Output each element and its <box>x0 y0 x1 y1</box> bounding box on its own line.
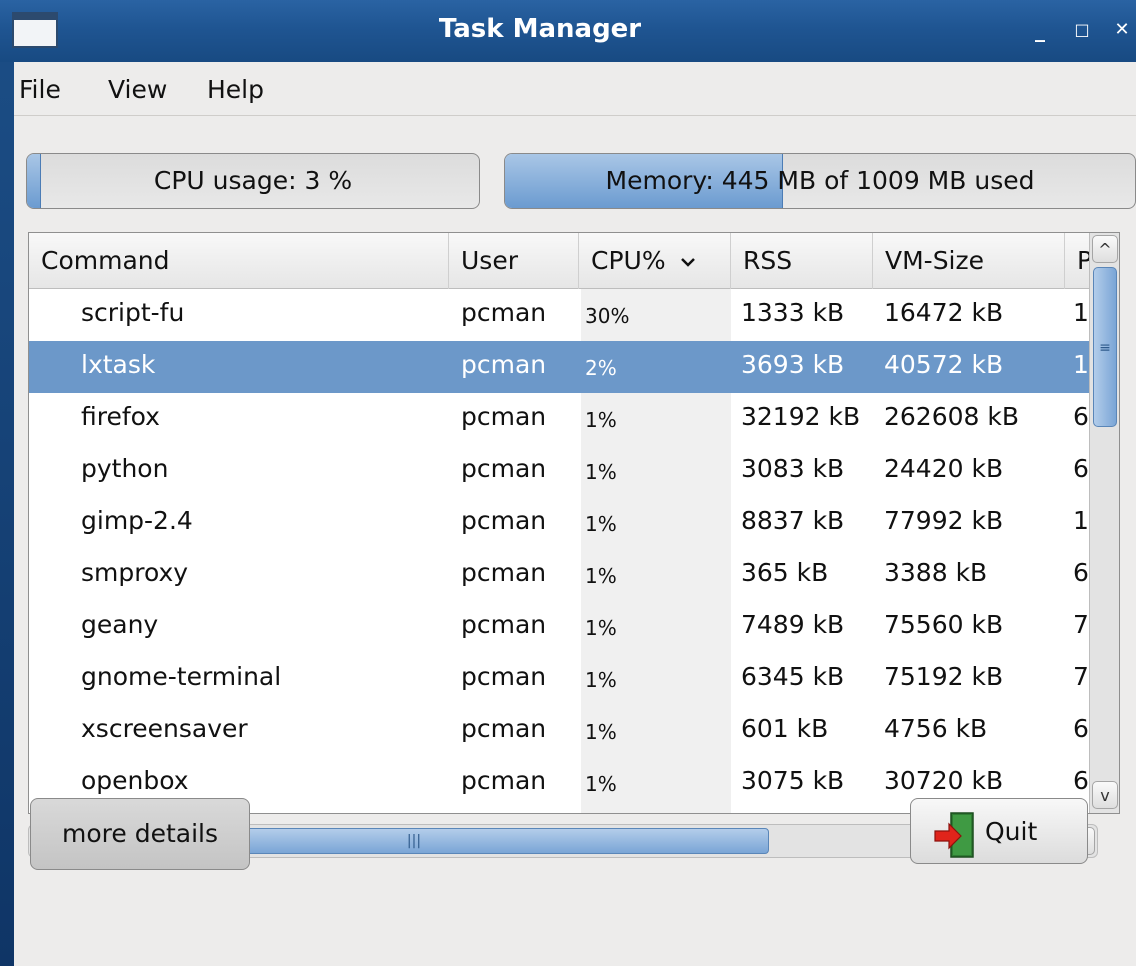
cell-command: geany <box>81 610 159 639</box>
cell-cpu: 30% <box>585 304 630 328</box>
vertical-scrollbar[interactable]: ^ ≡ v <box>1089 233 1119 813</box>
column-command[interactable]: Command <box>29 233 449 289</box>
chevron-down-icon <box>680 258 695 267</box>
cell-user: pcman <box>461 298 547 327</box>
menu-view[interactable]: View <box>108 75 167 104</box>
maximize-button[interactable]: □ <box>1070 18 1094 42</box>
table-row[interactable]: script-fupcman30%1333 kB16472 kB1( <box>29 289 1091 341</box>
cell-user: pcman <box>461 610 547 639</box>
memory-usage-label: Memory: 445 MB of 1009 MB used <box>605 166 1035 195</box>
cell-vmsize: 40572 kB <box>884 350 1004 379</box>
table-body: script-fupcman30%1333 kB16472 kB1(lxtask… <box>29 289 1091 813</box>
cell-command: gimp-2.4 <box>81 506 193 535</box>
table-row[interactable]: geanypcman1%7489 kB75560 kB7: <box>29 601 1091 653</box>
column-pid[interactable]: P <box>1065 233 1091 289</box>
cell-cpu: 1% <box>585 772 617 796</box>
cell-user: pcman <box>461 766 547 795</box>
cell-rss: 6345 kB <box>741 662 845 691</box>
table-row[interactable]: lxtaskpcman2%3693 kB40572 kB1( <box>29 341 1091 393</box>
cell-rss: 365 kB <box>741 558 829 587</box>
menu-help[interactable]: Help <box>207 75 264 104</box>
cell-rss: 1333 kB <box>741 298 845 327</box>
cell-rss: 3693 kB <box>741 350 845 379</box>
cell-vmsize: 75192 kB <box>884 662 1004 691</box>
cell-cpu: 1% <box>585 616 617 640</box>
table-row[interactable]: smproxypcman1%365 kB3388 kB6: <box>29 549 1091 601</box>
quit-button[interactable]: Quit <box>910 798 1088 864</box>
memory-usage-gauge: Memory: 445 MB of 1009 MB used <box>504 153 1136 209</box>
column-cpu-label: CPU% <box>591 246 666 275</box>
scroll-up-button[interactable]: ^ <box>1092 235 1118 263</box>
table-row[interactable]: gnome-terminalpcman1%6345 kB75192 kB7( <box>29 653 1091 705</box>
cell-vmsize: 77992 kB <box>884 506 1004 535</box>
more-details-button[interactable]: more details <box>30 798 250 870</box>
minimize-button[interactable]: _ <box>1028 18 1052 42</box>
cell-user: pcman <box>461 506 547 535</box>
cell-cpu: 1% <box>585 668 617 692</box>
scroll-down-button[interactable]: v <box>1092 781 1118 809</box>
cell-vmsize: 16472 kB <box>884 298 1004 327</box>
cell-cpu: 1% <box>585 720 617 744</box>
cell-rss: 3083 kB <box>741 454 845 483</box>
table-row[interactable]: gimp-2.4pcman1%8837 kB77992 kB1( <box>29 497 1091 549</box>
cell-command: gnome-terminal <box>81 662 282 691</box>
table-row[interactable]: pythonpcman1%3083 kB24420 kB6: <box>29 445 1091 497</box>
cell-command: python <box>81 454 169 483</box>
quit-label: Quit <box>985 817 1038 846</box>
column-rss[interactable]: RSS <box>731 233 873 289</box>
table-row[interactable]: xscreensaverpcman1%601 kB4756 kB6: <box>29 705 1091 757</box>
cell-vmsize: 3388 kB <box>884 558 988 587</box>
cell-command: smproxy <box>81 558 189 587</box>
menu-bar: File View Help <box>14 62 1136 116</box>
cell-command: lxtask <box>81 350 156 379</box>
cell-user: pcman <box>461 662 547 691</box>
process-table: Command User CPU% RSS VM-Size P script-f… <box>28 232 1120 814</box>
vertical-scroll-thumb[interactable]: ≡ <box>1093 267 1117 427</box>
cell-vmsize: 4756 kB <box>884 714 988 743</box>
cell-vmsize: 24420 kB <box>884 454 1004 483</box>
close-button[interactable]: ✕ <box>1110 18 1134 42</box>
cell-command: firefox <box>81 402 160 431</box>
cpu-usage-label: CPU usage: 3 % <box>153 166 353 195</box>
exit-door-icon <box>934 812 974 858</box>
cell-cpu: 1% <box>585 512 617 536</box>
client-area: File View Help CPU usage: 3 % Memory: 44… <box>14 62 1136 966</box>
cell-vmsize: 75560 kB <box>884 610 1004 639</box>
table-row[interactable]: firefox pcman 1% 32192 kB 262608 kB 6 <box>29 393 1091 445</box>
cell-user: pcman <box>461 402 547 431</box>
cell-user: pcman <box>461 558 547 587</box>
column-user[interactable]: User <box>449 233 579 289</box>
cell-rss: 8837 kB <box>741 506 845 535</box>
title-bar[interactable]: Task Manager _ □ ✕ <box>0 0 1136 62</box>
cell-user: pcman <box>461 454 547 483</box>
cpu-usage-gauge: CPU usage: 3 % <box>26 153 480 209</box>
cell-user: pcman <box>461 714 547 743</box>
cell-rss: 7489 kB <box>741 610 845 639</box>
window-title: Task Manager <box>438 14 642 44</box>
cell-vmsize: 262608 kB <box>884 402 1020 431</box>
cell-command: xscreensaver <box>81 714 248 743</box>
cell-user: pcman <box>461 350 547 379</box>
cell-cpu: 2% <box>585 356 617 380</box>
cell-cpu: 1% <box>585 460 617 484</box>
column-vm-size[interactable]: VM-Size <box>873 233 1065 289</box>
cell-cpu: 1% <box>585 408 617 432</box>
cell-command: script-fu <box>81 298 185 327</box>
task-manager-window: Task Manager _ □ ✕ File View Help CPU us… <box>0 0 1136 966</box>
cell-rss: 601 kB <box>741 714 829 743</box>
menu-file[interactable]: File <box>19 75 61 104</box>
cell-rss: 3075 kB <box>741 766 845 795</box>
cell-cpu: 1% <box>585 564 617 588</box>
cell-rss: 32192 kB <box>741 402 861 431</box>
table-header: Command User CPU% RSS VM-Size P <box>29 233 1091 289</box>
column-cpu[interactable]: CPU% <box>579 233 731 289</box>
